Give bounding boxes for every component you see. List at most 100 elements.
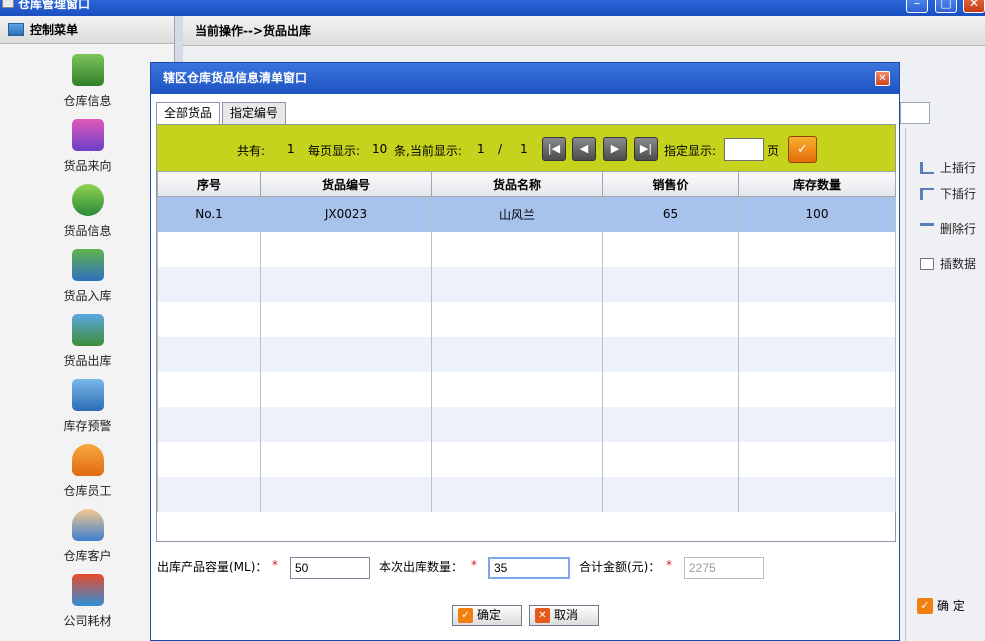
goods-list-dialog: 辖区仓库货品信息清单窗口 ✕ 全部货品 指定编号 共有: 1 每页显示: 10 … bbox=[150, 62, 900, 641]
app-icon bbox=[2, 0, 14, 8]
tool-label: 插数据 bbox=[940, 257, 977, 271]
table-cell: 65 bbox=[602, 196, 739, 232]
empty-row bbox=[157, 231, 896, 267]
first-page-button[interactable]: |◀ bbox=[542, 137, 566, 161]
empty-row bbox=[157, 336, 896, 372]
total-amount-label: 合计金额(元)： bbox=[579, 560, 661, 574]
total-amount-field bbox=[684, 557, 764, 579]
breadcrumb: 当前操作-->货品出库 bbox=[183, 16, 985, 46]
tab-all-goods[interactable]: 全部货品 bbox=[156, 102, 221, 124]
pager-current-page: 1 bbox=[477, 142, 485, 156]
column-header[interactable]: 货品编号 bbox=[260, 171, 432, 197]
empty-row bbox=[157, 371, 896, 407]
sidebar-item-warehouse-info[interactable]: 仓库信息 bbox=[40, 54, 135, 118]
required-mark: * bbox=[666, 558, 672, 572]
insert-above-button[interactable]: 上插行 bbox=[920, 160, 976, 176]
sidebar-item-goods-in[interactable]: 货品入库 bbox=[40, 249, 135, 313]
pager-separator: / bbox=[498, 142, 503, 156]
main-search-input[interactable] bbox=[900, 102, 930, 124]
goods-grid-panel: 共有: 1 每页显示: 10 条,当前显示: 1 / 1 |◀ ◀ ▶ ▶| 指… bbox=[156, 124, 896, 542]
window-title-bar: 仓库管理窗口 bbox=[0, 0, 985, 16]
empty-row bbox=[157, 476, 896, 512]
sidebar-item-goods-source[interactable]: 货品来向 bbox=[40, 119, 135, 183]
sidebar-item-label: 仓库员工 bbox=[63, 484, 112, 498]
sidebar-header-label: 控制菜单 bbox=[30, 23, 79, 37]
sidebar-item-label: 货品来向 bbox=[63, 159, 112, 173]
quantity-label: 本次出库数量： bbox=[379, 560, 464, 574]
quantity-field[interactable] bbox=[488, 557, 570, 579]
breadcrumb-label: 当前操作-->货品出库 bbox=[195, 24, 312, 38]
sidebar-item-label: 仓库客户 bbox=[63, 549, 112, 563]
delete-row-icon bbox=[920, 223, 934, 235]
sidebar: 控制菜单 仓库信息 货品来向 货品信息 货品入库 货品出库 库存预警 仓库员工 … bbox=[0, 16, 175, 641]
goto-page-input[interactable] bbox=[724, 138, 764, 161]
tool-label: 删除行 bbox=[940, 222, 977, 236]
insert-below-icon bbox=[920, 188, 934, 200]
sidebar-item-customer[interactable]: 仓库客户 bbox=[40, 509, 135, 573]
empty-row bbox=[157, 301, 896, 337]
column-header[interactable]: 销售价 bbox=[602, 171, 739, 197]
goto-page-button[interactable]: ✓ bbox=[788, 136, 817, 163]
close-window-button[interactable]: ✕ bbox=[963, 0, 985, 13]
window-title: 仓库管理窗口 bbox=[18, 0, 91, 11]
table-row[interactable]: No.1 JX0023 山风兰 65 100 bbox=[157, 196, 896, 232]
empty-row bbox=[157, 406, 896, 442]
delete-row-button[interactable]: 删除行 bbox=[920, 221, 976, 237]
sidebar-item-label: 仓库信息 bbox=[63, 94, 112, 108]
table-cell: JX0023 bbox=[260, 196, 432, 232]
pager-total-pages: 1 bbox=[520, 142, 528, 156]
cancel-button[interactable]: ✕ 取消 bbox=[529, 605, 599, 626]
maximize-button[interactable]: □ bbox=[935, 0, 957, 13]
goods-in-icon bbox=[71, 249, 104, 281]
capacity-field[interactable] bbox=[290, 557, 370, 579]
sidebar-item-label: 货品信息 bbox=[63, 224, 112, 238]
sidebar-item-staff[interactable]: 仓库员工 bbox=[40, 444, 135, 508]
tool-label: 下插行 bbox=[940, 187, 977, 201]
row-tools-panel: 上插行 下插行 删除行 插数据 bbox=[905, 128, 985, 641]
goods-out-icon bbox=[71, 314, 104, 346]
insert-data-button[interactable]: 插数据 bbox=[920, 256, 976, 272]
sidebar-item-stock-alert[interactable]: 库存预警 bbox=[40, 379, 135, 443]
staff-icon bbox=[71, 444, 104, 476]
sidebar-item-goods-info[interactable]: 货品信息 bbox=[40, 184, 135, 248]
last-page-button[interactable]: ▶| bbox=[634, 137, 658, 161]
dialog-tabs: 全部货品 指定编号 bbox=[156, 102, 286, 124]
sidebar-item-goods-out[interactable]: 货品出库 bbox=[40, 314, 135, 378]
pager-per-page-label: 每页显示: bbox=[308, 144, 361, 158]
table-cell: 100 bbox=[738, 196, 896, 232]
insert-above-icon bbox=[920, 162, 934, 174]
warehouse-icon bbox=[71, 54, 104, 86]
prev-page-button[interactable]: ◀ bbox=[572, 137, 596, 161]
next-page-button[interactable]: ▶ bbox=[603, 137, 627, 161]
tab-specified-code[interactable]: 指定编号 bbox=[221, 102, 286, 124]
capacity-label: 出库产品容量(ML)： bbox=[157, 560, 268, 574]
confirm-label: 确 定 bbox=[937, 599, 965, 613]
check-icon: ✓ bbox=[917, 598, 933, 614]
column-header[interactable]: 序号 bbox=[157, 171, 261, 197]
close-icon: ✕ bbox=[535, 608, 550, 623]
column-header[interactable]: 库存数量 bbox=[738, 171, 896, 197]
dialog-close-button[interactable]: ✕ bbox=[875, 71, 890, 86]
sidebar-item-label: 货品入库 bbox=[63, 289, 112, 303]
pager-page-unit: 页 bbox=[767, 144, 780, 158]
column-header[interactable]: 货品名称 bbox=[431, 171, 603, 197]
ok-button-label: 确定 bbox=[477, 608, 502, 622]
sidebar-item-label: 公司耗材 bbox=[63, 614, 112, 628]
dialog-title-bar: 辖区仓库货品信息清单窗口 ✕ bbox=[151, 63, 899, 94]
pager-goto-label: 指定显示: bbox=[664, 144, 717, 158]
menu-icon bbox=[8, 23, 24, 36]
minimize-button[interactable]: – bbox=[906, 0, 928, 13]
empty-row bbox=[157, 266, 896, 302]
table-header-row: 序号 货品编号 货品名称 销售价 库存数量 bbox=[157, 171, 896, 197]
main-confirm-button[interactable]: ✓ 确 定 bbox=[917, 598, 965, 614]
goods-table: 序号 货品编号 货品名称 销售价 库存数量 No.1 JX0023 山风兰 65… bbox=[157, 171, 896, 512]
insert-data-icon bbox=[920, 258, 934, 270]
required-mark: * bbox=[272, 558, 278, 572]
table-cell: 山风兰 bbox=[431, 196, 603, 232]
pager-per-page-suffix: 条,当前显示: bbox=[394, 144, 462, 158]
pager: 共有: 1 每页显示: 10 条,当前显示: 1 / 1 |◀ ◀ ▶ ▶| 指… bbox=[157, 125, 895, 171]
ok-button[interactable]: ✓ 确定 bbox=[452, 605, 522, 626]
sidebar-item-supplies[interactable]: 公司耗材 bbox=[40, 574, 135, 638]
sidebar-header: 控制菜单 bbox=[0, 16, 174, 44]
insert-below-button[interactable]: 下插行 bbox=[920, 186, 976, 202]
